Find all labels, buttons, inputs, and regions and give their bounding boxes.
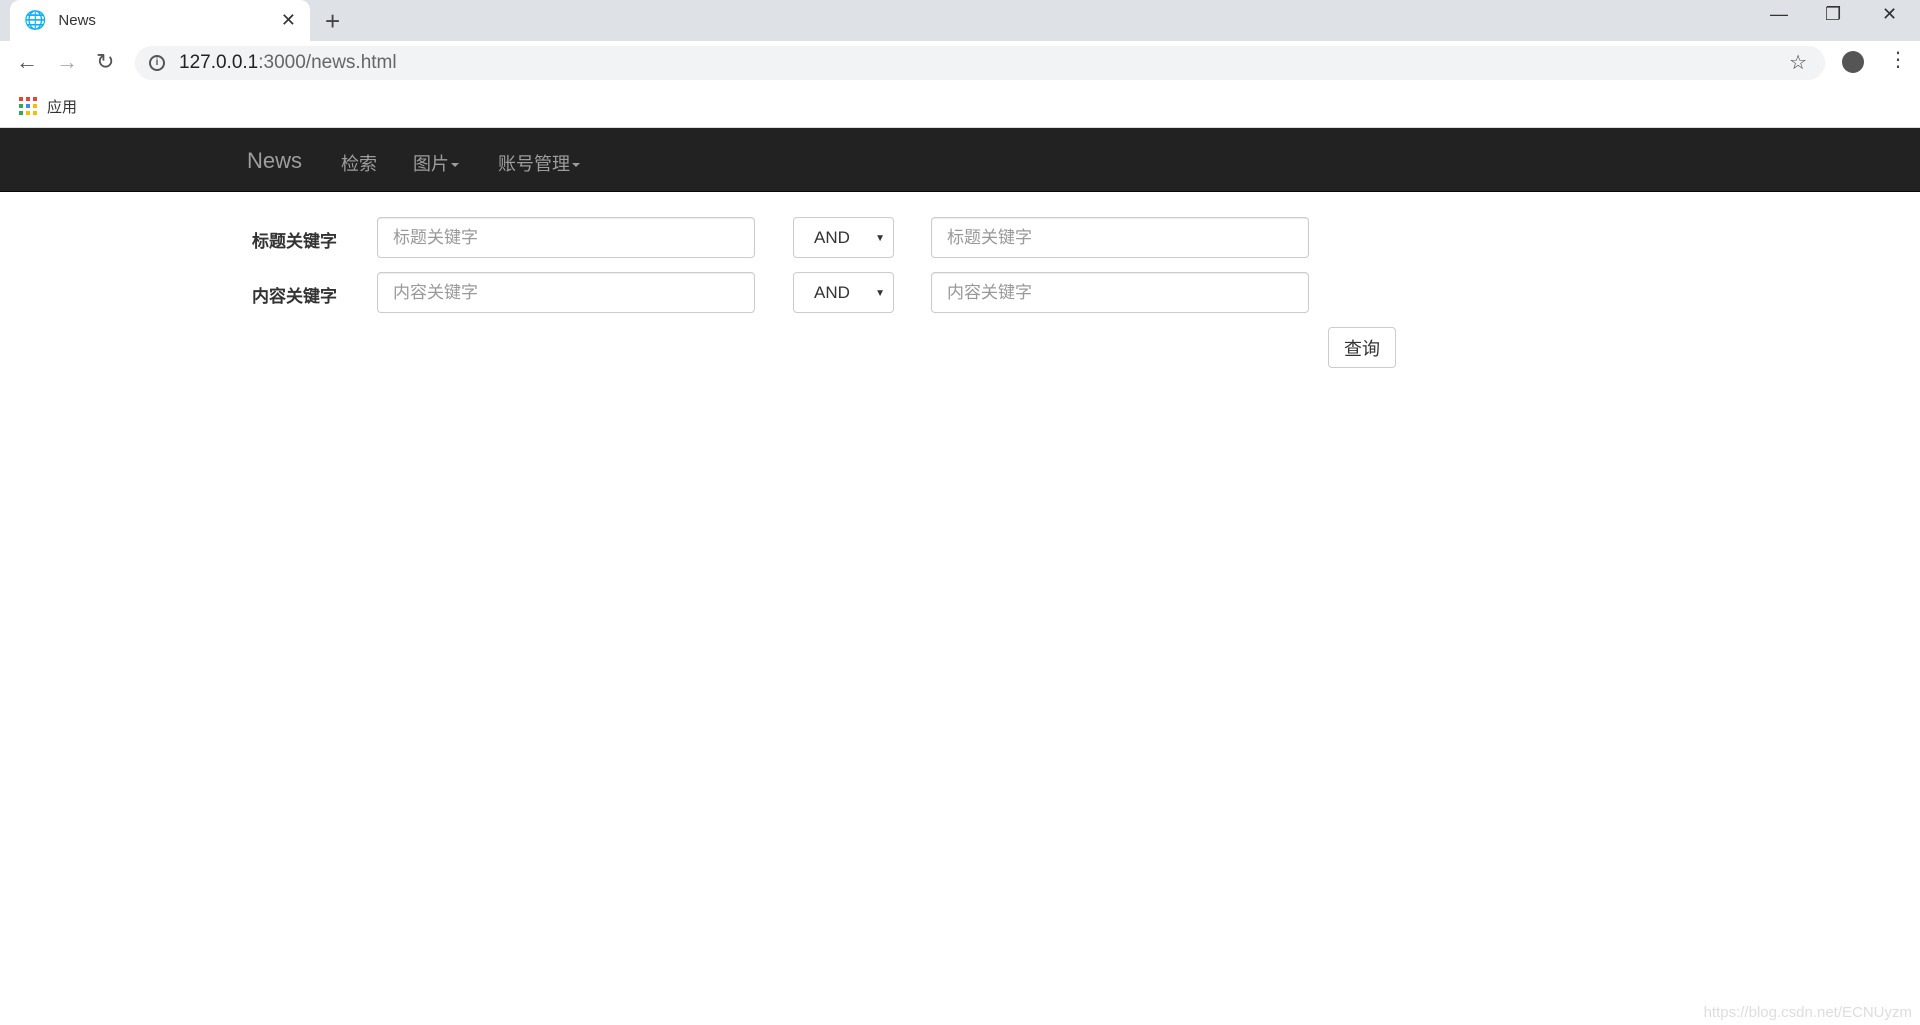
content-keyword-input-1[interactable] [377, 272, 755, 313]
query-button[interactable]: 查询 [1328, 327, 1396, 368]
reload-icon[interactable]: ↻ [96, 49, 114, 75]
browser-toolbar: ← → ↻ i 127.0.0.1:3000/news.html ☆ ⋮ [0, 41, 1920, 82]
info-icon[interactable]: i [149, 55, 165, 71]
minimize-icon[interactable]: — [1770, 4, 1788, 25]
navbar: News 检索 图片 账号管理 [0, 128, 1920, 192]
window-close-icon[interactable]: ✕ [1882, 4, 1897, 25]
bookmarks-bar: 应用 [0, 82, 1920, 128]
dropdown-arrow-icon: ▼ [875, 288, 885, 299]
bookmark-star-icon[interactable]: ☆ [1789, 50, 1807, 75]
content-operator-value: AND [814, 282, 850, 302]
tab-title: News [58, 12, 96, 29]
nav-account-dropdown[interactable]: 账号管理 [498, 150, 580, 176]
url-text: 127.0.0.1:3000/news.html [179, 52, 397, 74]
title-keyword-label: 标题关键字 [252, 232, 337, 251]
url-host: 127.0.0.1 [179, 52, 259, 73]
title-operator-select[interactable]: AND ▼ [793, 217, 894, 258]
back-icon[interactable]: ← [16, 49, 38, 75]
nav-images-dropdown[interactable]: 图片 [413, 150, 459, 176]
title-operator-value: AND [814, 227, 850, 247]
navbar-brand[interactable]: News [247, 148, 302, 174]
nav-search[interactable]: 检索 [341, 150, 377, 176]
content-operator-select[interactable]: AND ▼ [793, 272, 894, 313]
more-menu-icon[interactable]: ⋮ [1888, 47, 1908, 72]
url-path: :3000/news.html [258, 52, 397, 73]
nav-account-label: 账号管理 [498, 154, 570, 174]
title-keyword-input-1[interactable] [377, 217, 755, 258]
restore-icon[interactable]: ❐ [1825, 4, 1841, 25]
caret-down-icon [451, 163, 459, 168]
watermark: https://blog.csdn.net/ECNUyzm [1703, 1004, 1912, 1021]
caret-down-icon [572, 163, 580, 168]
new-tab-icon[interactable]: + [325, 6, 340, 37]
nav-search-label: 检索 [341, 154, 377, 174]
forward-icon[interactable]: → [56, 49, 78, 75]
account-icon[interactable] [1842, 51, 1864, 73]
dropdown-arrow-icon: ▼ [875, 233, 885, 244]
address-bar[interactable]: i 127.0.0.1:3000/news.html ☆ [135, 46, 1825, 80]
nav-images-label: 图片 [413, 154, 449, 174]
close-tab-icon[interactable]: ✕ [281, 10, 296, 31]
browser-tab[interactable]: 🌐 News ✕ [10, 0, 310, 41]
content-keyword-input-2[interactable] [931, 272, 1309, 313]
title-keyword-input-2[interactable] [931, 217, 1309, 258]
globe-icon: 🌐 [24, 10, 47, 30]
tab-strip: 🌐 News ✕ + — ❐ ✕ [0, 0, 1920, 41]
content-keyword-label: 内容关键字 [252, 287, 337, 306]
apps-bookmark[interactable]: 应用 [47, 96, 77, 117]
apps-grid-icon[interactable] [19, 97, 37, 115]
